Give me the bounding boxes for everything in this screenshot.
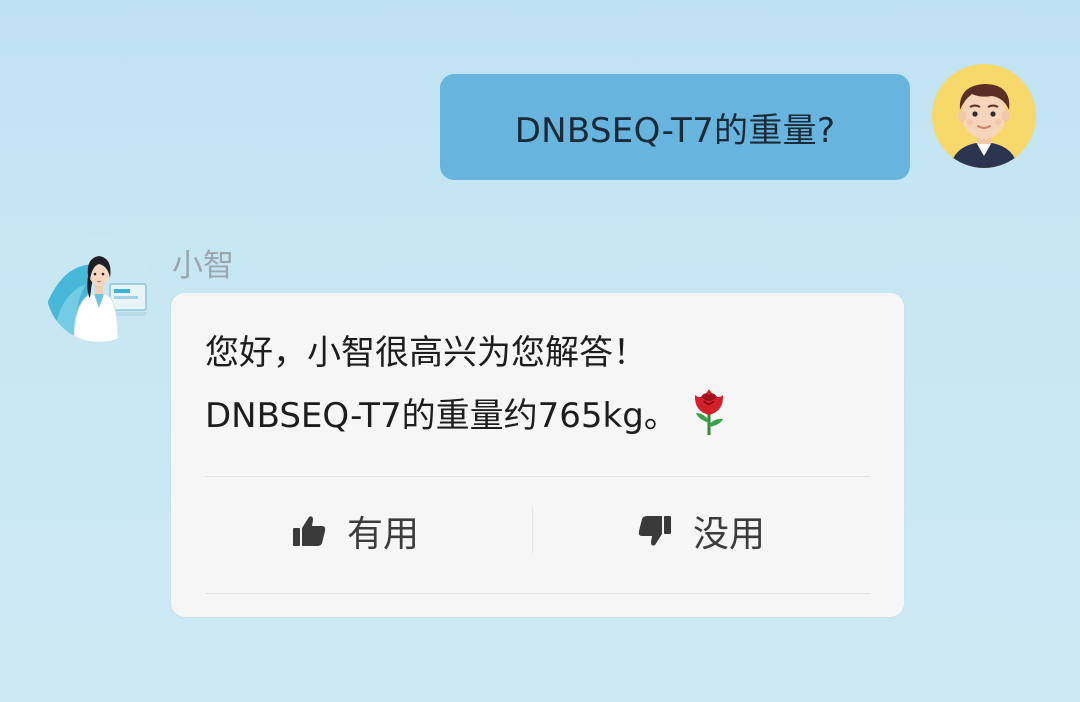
card-divider-top xyxy=(205,476,870,477)
bot-reply-line-2-text: DNBSEQ-T7的重量约765kg。 xyxy=(205,396,678,436)
bot-reply-card: 您好，小智很高兴为您解答！ DNBSEQ-T7的重量约765kg。 有用 没用 xyxy=(171,293,904,617)
user-message-text: DNBSEQ-T7的重量? xyxy=(514,110,836,151)
bot-name: 小智 xyxy=(172,248,234,284)
man-avatar-icon xyxy=(932,64,1036,168)
thumbs-down-icon xyxy=(638,516,671,546)
rose-icon xyxy=(686,385,732,444)
useless-button[interactable]: 没用 xyxy=(637,505,765,557)
useless-label: 没用 xyxy=(693,514,766,555)
user-avatar[interactable] xyxy=(932,64,1036,168)
bot-reply-line-1: 您好，小智很高兴为您解答！ xyxy=(205,333,647,373)
card-divider-bottom xyxy=(205,593,870,594)
useful-button[interactable]: 有用 xyxy=(291,505,419,557)
thumbs-up-icon xyxy=(293,516,326,546)
doctor-assistant-avatar-icon xyxy=(46,236,152,342)
feedback-divider xyxy=(532,507,533,553)
useful-label: 有用 xyxy=(347,514,420,555)
bot-avatar[interactable] xyxy=(46,236,152,342)
user-message-bubble: DNBSEQ-T7的重量? xyxy=(440,74,910,180)
bot-reply-line-2: DNBSEQ-T7的重量约765kg。 xyxy=(205,385,732,444)
